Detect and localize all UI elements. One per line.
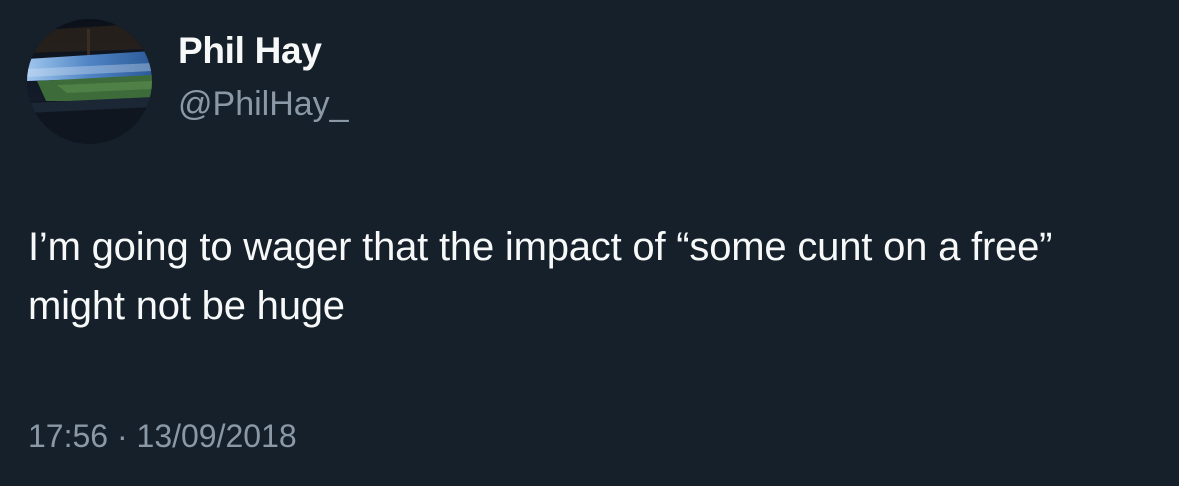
tweet-timestamp[interactable]: 17:56 · 13/09/2018	[28, 414, 297, 458]
tweet-card: Phil Hay @PhilHay_ I’m going to wager th…	[0, 0, 1179, 486]
author-handle[interactable]: @PhilHay_	[178, 82, 349, 126]
stadium-avatar-icon	[27, 19, 152, 144]
avatar[interactable]	[27, 19, 152, 144]
tweet-text: I’m going to wager that the impact of “s…	[28, 225, 1053, 328]
author-display-name[interactable]: Phil Hay	[178, 28, 322, 74]
